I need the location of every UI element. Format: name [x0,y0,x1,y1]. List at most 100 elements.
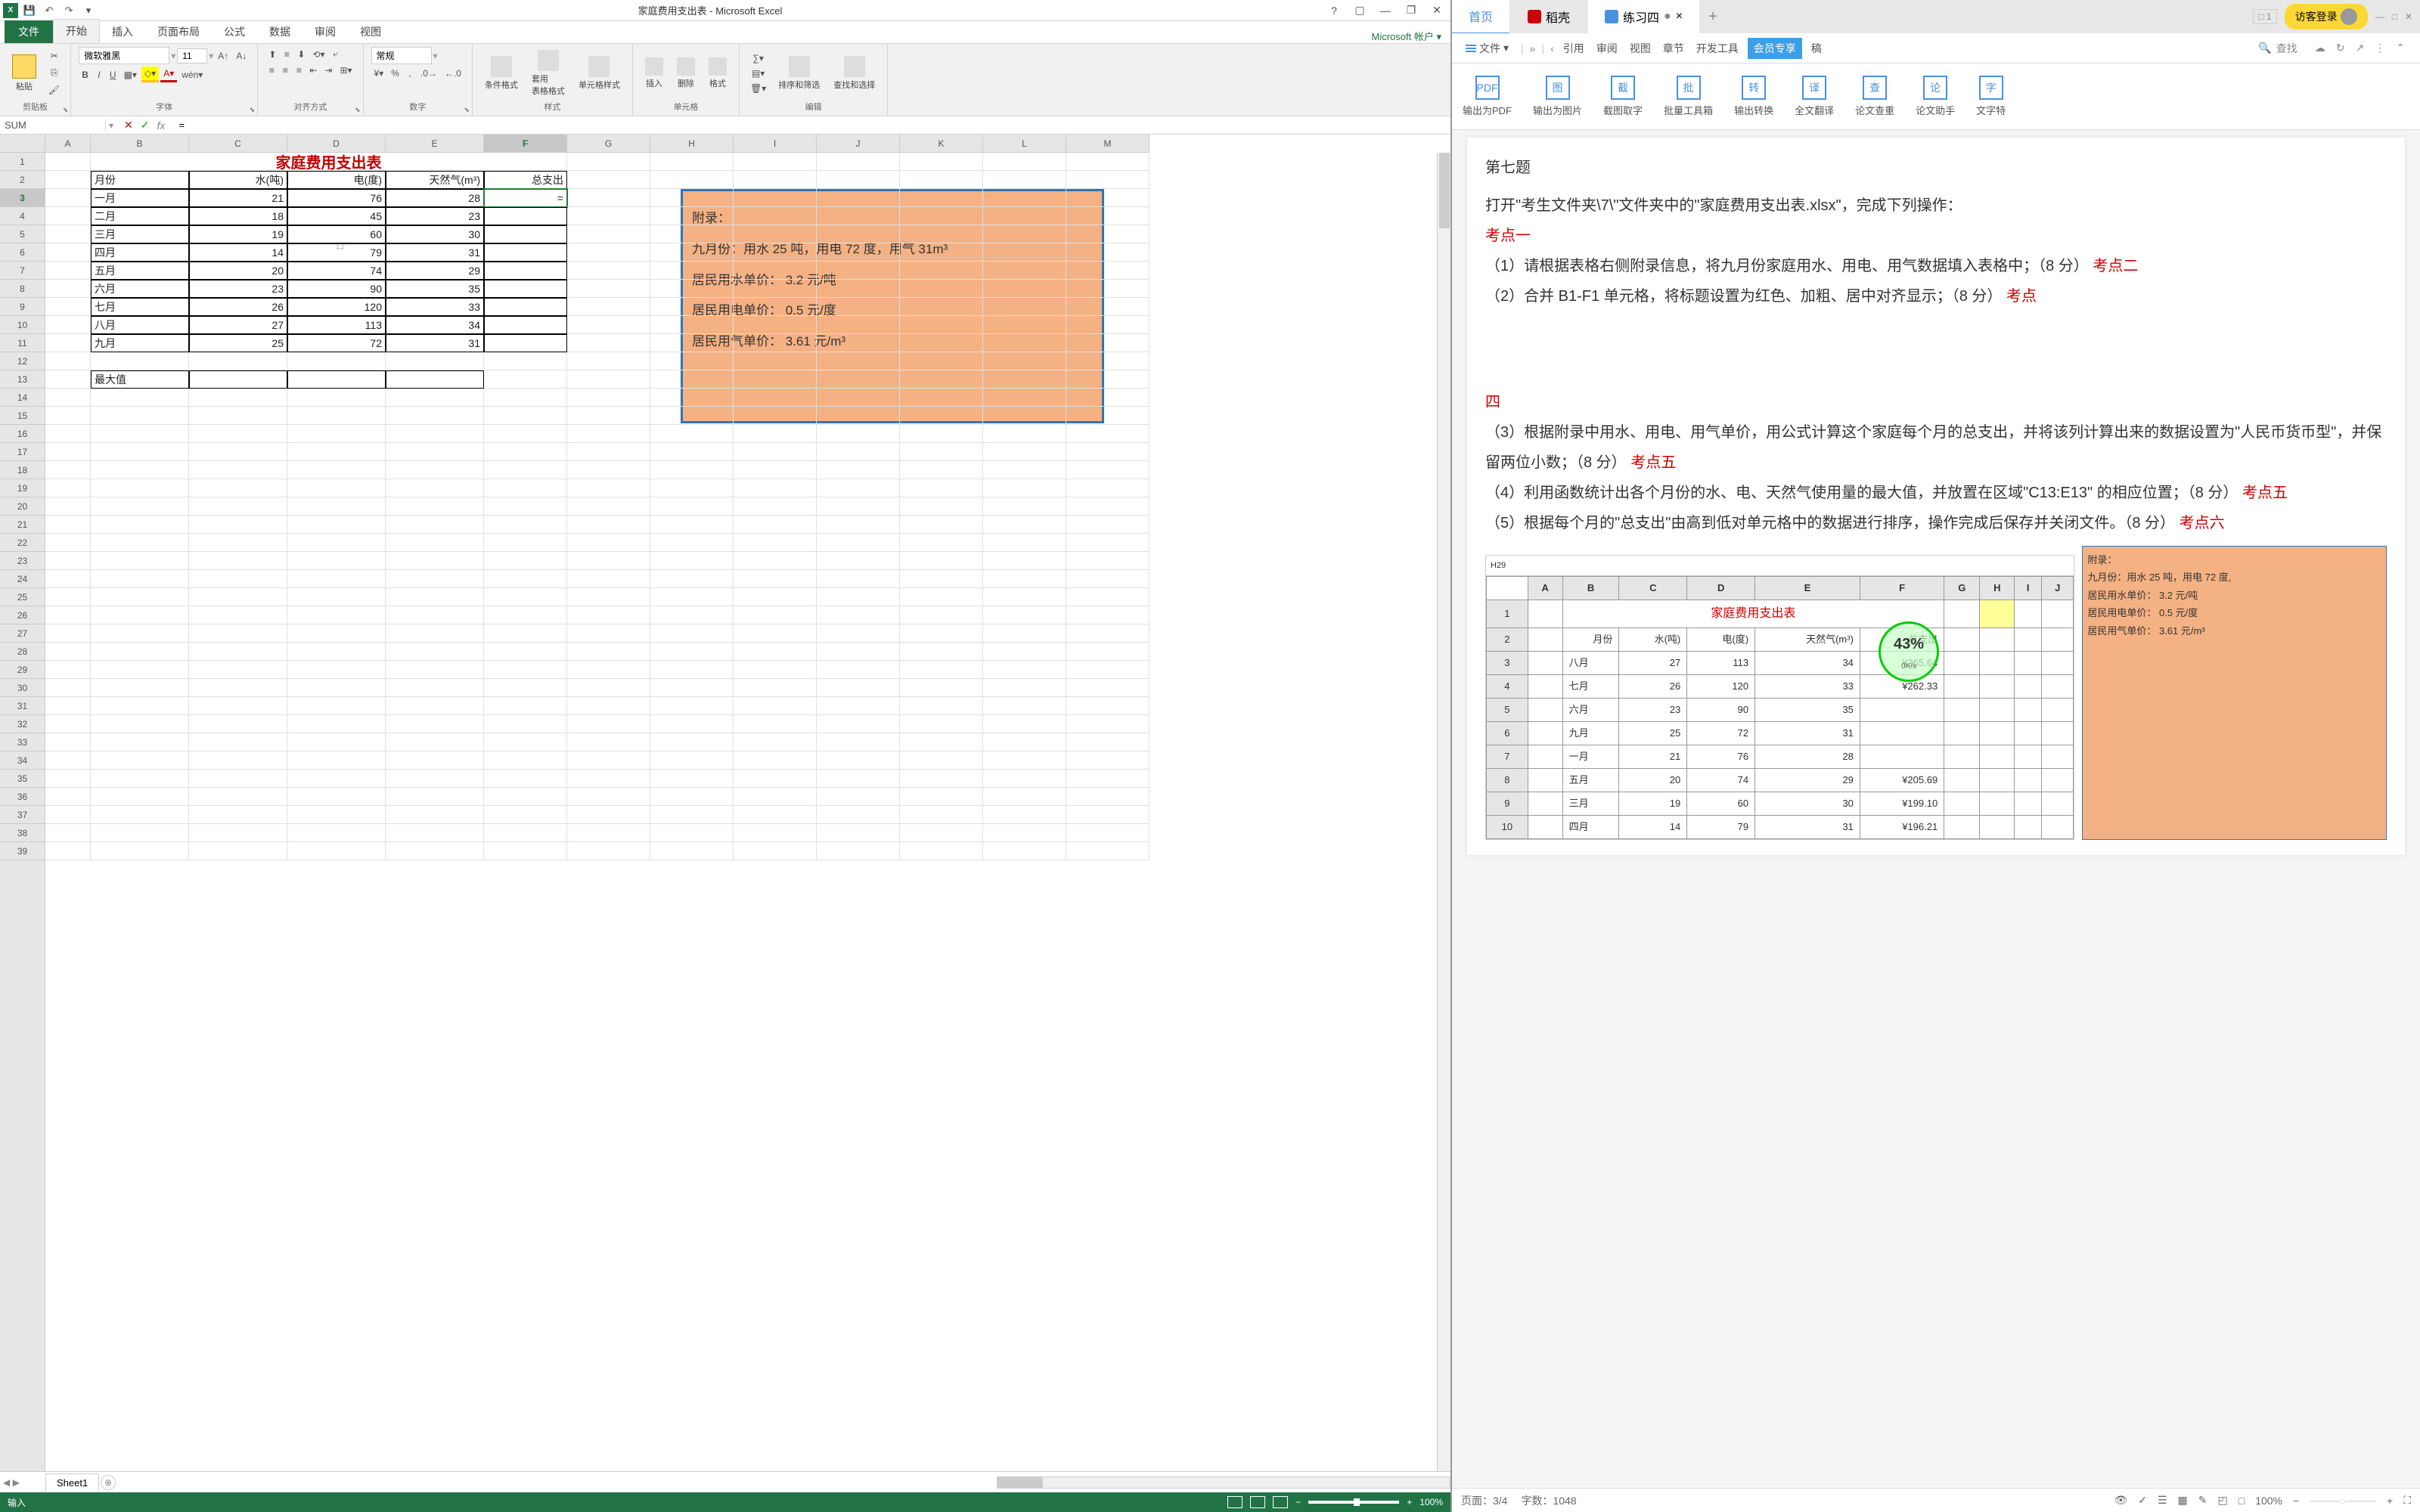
cell-B32[interactable] [91,715,189,733]
cell-I28[interactable] [734,643,817,661]
horizontal-scrollbar[interactable] [997,1476,1450,1489]
border-button[interactable]: ▦▾ [121,68,140,82]
cell-G32[interactable] [567,715,650,733]
cell-H24[interactable] [650,570,734,588]
number-format-select[interactable]: 常规 [371,47,432,64]
cell-F31[interactable] [484,697,567,715]
cell-G25[interactable] [567,588,650,606]
row-header-13[interactable]: 13 [0,370,45,389]
cell-E39[interactable] [386,842,484,860]
cell-M38[interactable] [1066,824,1150,842]
row-header-7[interactable]: 7 [0,262,45,280]
cell-J10[interactable] [817,316,900,334]
cell-D7[interactable]: 74 [287,262,386,280]
cell-H34[interactable] [650,751,734,770]
cell-B37[interactable] [91,806,189,824]
cell-L15[interactable] [983,407,1066,425]
cell-J2[interactable] [817,171,900,189]
cell-J14[interactable] [817,389,900,407]
clear-icon[interactable]: 🗑▾ [747,82,769,95]
cell-A16[interactable] [45,425,91,443]
cell-H30[interactable] [650,679,734,697]
cell-E16[interactable] [386,425,484,443]
cell-K2[interactable] [900,171,983,189]
paste-button[interactable]: 粘贴 [8,53,41,94]
cell-E23[interactable] [386,552,484,570]
cell-J30[interactable] [817,679,900,697]
cell-D16[interactable] [287,425,386,443]
qat-customize-icon[interactable]: ▾ [80,2,97,19]
cell-I24[interactable] [734,570,817,588]
cell-C25[interactable] [189,588,287,606]
cell-D5[interactable]: 60⬚ [287,225,386,243]
cell-A35[interactable] [45,770,91,788]
cell-K19[interactable] [900,479,983,497]
cell-H38[interactable] [650,824,734,842]
cell-D11[interactable]: 72 [287,334,386,352]
cell-C39[interactable] [189,842,287,860]
cell-H31[interactable] [650,697,734,715]
cell-A19[interactable] [45,479,91,497]
wps-action-3[interactable]: 批批量工具箱 [1664,76,1713,117]
cell-C4[interactable]: 18 [189,207,287,225]
cell-A36[interactable] [45,788,91,806]
cell-J36[interactable] [817,788,900,806]
cell-H8[interactable] [650,280,734,298]
cell-B2[interactable]: 月份 [91,171,189,189]
cell-J25[interactable] [817,588,900,606]
cell-B14[interactable] [91,389,189,407]
cell-D29[interactable] [287,661,386,679]
cell-M5[interactable] [1066,225,1150,243]
cell-G37[interactable] [567,806,650,824]
cell-H5[interactable] [650,225,734,243]
cell-F30[interactable] [484,679,567,697]
cell-A8[interactable] [45,280,91,298]
row-header-2[interactable]: 2 [0,171,45,189]
cell-G38[interactable] [567,824,650,842]
cell-K32[interactable] [900,715,983,733]
cell-E19[interactable] [386,479,484,497]
cell-A18[interactable] [45,461,91,479]
cell-B22[interactable] [91,534,189,552]
cell-K39[interactable] [900,842,983,860]
cell-I39[interactable] [734,842,817,860]
col-header-K[interactable]: K [900,135,983,152]
row-header-31[interactable]: 31 [0,697,45,715]
cell-M26[interactable] [1066,606,1150,624]
workspace-icon[interactable]: □ 1 [2253,9,2276,24]
cell-H9[interactable] [650,298,734,316]
search-input[interactable]: 🔍 查找 [2254,37,2301,60]
cell-F18[interactable] [484,461,567,479]
cell-D25[interactable] [287,588,386,606]
cell-B19[interactable] [91,479,189,497]
tab-review[interactable]: 审阅 [302,20,348,43]
cell-A6[interactable] [45,243,91,262]
format-cells-button[interactable]: 格式 [704,56,731,91]
cell-G36[interactable] [567,788,650,806]
cell-I14[interactable] [734,389,817,407]
cell-G5[interactable] [567,225,650,243]
cell-D34[interactable] [287,751,386,770]
cell-E27[interactable] [386,624,484,643]
cell-I12[interactable] [734,352,817,370]
cell-E37[interactable] [386,806,484,824]
cell-A2[interactable] [45,171,91,189]
cell-H32[interactable] [650,715,734,733]
row-header-8[interactable]: 8 [0,280,45,298]
cell-L38[interactable] [983,824,1066,842]
cell-D38[interactable] [287,824,386,842]
cell-E2[interactable]: 天然气(m³) [386,171,484,189]
cell-F13[interactable] [484,370,567,389]
cell-K25[interactable] [900,588,983,606]
sort-filter-button[interactable]: 排序和筛选 [774,54,824,92]
cell-F34[interactable] [484,751,567,770]
cell-J17[interactable] [817,443,900,461]
cell-D36[interactable] [287,788,386,806]
cell-D24[interactable] [287,570,386,588]
cell-G7[interactable] [567,262,650,280]
cell-F29[interactable] [484,661,567,679]
cell-L13[interactable] [983,370,1066,389]
cell-H36[interactable] [650,788,734,806]
cell-H35[interactable] [650,770,734,788]
save-icon[interactable]: 💾 [21,2,38,19]
